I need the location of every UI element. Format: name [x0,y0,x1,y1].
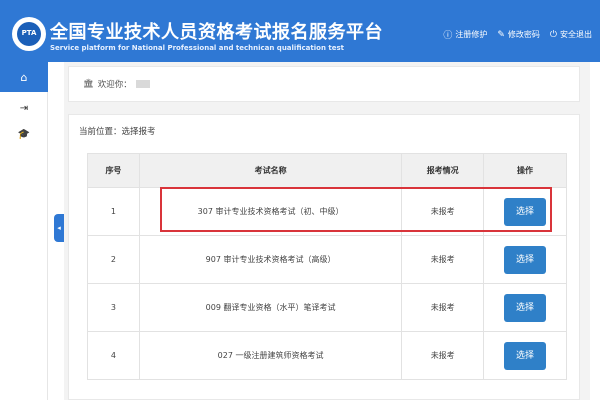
sidebar-item-home[interactable]: ⌂ [0,62,48,92]
welcome-panel: 🏛 欢迎你： [68,66,580,102]
exam-table: 序号 考试名称 报考情况 操作 1 307 审计专业技术资格考试（初、中级） 未… [87,153,567,380]
sidebar-item-login[interactable]: ⇥ [0,98,48,118]
home-icon: ⌂ [20,70,28,84]
info-icon: ⓘ [443,31,453,41]
sidebar: ⌂ ⇥ 🎓 [0,62,48,400]
row-status: 未报考 [401,235,485,284]
select-button[interactable]: 选择 [504,197,547,226]
register-maintain-label: 注册修护 [455,30,488,39]
power-icon: ⏻ [549,29,557,40]
edit-icon: ✎ [497,29,505,40]
sidebar-item-exam[interactable]: 🎓 [0,124,48,144]
row-no: 4 [87,331,140,380]
change-password-link[interactable]: ✎ 修改密码 [497,28,540,41]
change-password-label: 修改密码 [507,30,540,39]
breadcrumb: 当前位置：选择报考 [79,127,156,137]
site-subtitle: Service platform for National Profession… [50,44,344,52]
top-header: PTA 全国专业技术人员资格考试报名服务平台 Service platform … [0,0,600,62]
row-exam-name: 027 一级注册建筑师资格考试 [138,331,403,380]
row-exam-name: 307 审计专业技术资格考试（初、中级） [138,187,403,236]
logout-link[interactable]: ⏻ 安全退出 [550,28,592,41]
table-row: 1 307 审计专业技术资格考试（初、中级） 未报考 选择 [87,187,567,236]
row-action-cell: 选择 [483,331,567,380]
logo-text: PTA [21,29,37,37]
site-title: 全国专业技术人员资格考试报名服务平台 [50,22,383,43]
table-header-row: 序号 考试名称 报考情况 操作 [87,153,567,188]
select-button[interactable]: 选择 [504,245,547,274]
main-area: 🏛 欢迎你： 当前位置：选择报考 序号 考试名称 报考情况 操作 1 307 审… [64,62,590,400]
header-no: 序号 [87,153,140,188]
row-exam-name: 009 翻译专业资格（水平）笔译考试 [138,283,403,332]
chevron-left-icon: ◂ [57,224,61,232]
row-no: 1 [87,187,140,236]
graduation-cap-icon: 🎓 [17,128,31,140]
content-panel: 当前位置：选择报考 序号 考试名称 报考情况 操作 1 307 审计专业技术资格… [68,114,580,400]
header-exam-name: 考试名称 [138,153,403,188]
row-status: 未报考 [401,283,485,332]
header-action: 操作 [483,153,567,188]
select-button[interactable]: 选择 [504,341,547,370]
row-status: 未报考 [401,187,485,236]
user-name-redacted [135,80,150,88]
row-no: 2 [87,235,140,284]
header-links: ⓘ 注册修护 ✎ 修改密码 ⏻ 安全退出 [443,28,592,42]
logout-label: 安全退出 [560,30,592,39]
sidebar-collapse-toggle[interactable]: ◂ [54,214,64,242]
row-action-cell: 选择 [483,283,567,332]
register-maintain-link[interactable]: ⓘ 注册修护 [443,28,487,41]
table-row: 4 027 一级注册建筑师资格考试 未报考 选择 [87,331,567,380]
row-action-cell: 选择 [483,235,567,284]
table-row: 2 907 审计专业技术资格考试（高级） 未报考 选择 [87,235,567,284]
table-row: 3 009 翻译专业资格（水平）笔译考试 未报考 选择 [87,283,567,332]
header-status: 报考情况 [401,153,485,188]
row-exam-name: 907 审计专业技术资格考试（高级） [138,235,403,284]
select-button[interactable]: 选择 [504,293,547,322]
row-no: 3 [87,283,140,332]
bank-icon: 🏛 [83,79,94,89]
welcome-label: 欢迎你： [97,80,132,90]
row-action-cell: 选择 [483,187,567,236]
login-icon: ⇥ [19,102,29,114]
row-status: 未报考 [401,331,485,380]
